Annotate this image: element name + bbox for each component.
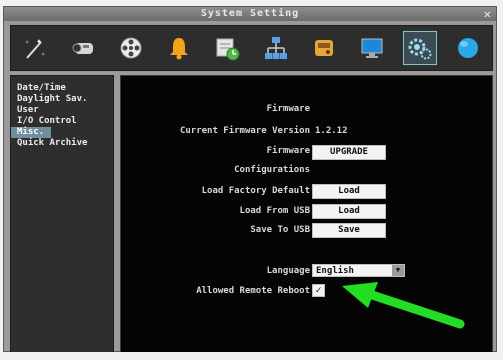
language-value: English: [316, 266, 354, 276]
sidebar-item-io-control[interactable]: I/O Control: [11, 116, 113, 127]
alarm-bell-icon[interactable]: [162, 31, 196, 65]
load-from-usb-label: Load From USB: [239, 206, 310, 216]
annotation-arrow-icon: [342, 282, 465, 329]
network-icon[interactable]: [259, 31, 293, 65]
globe-icon[interactable]: [451, 31, 485, 65]
configurations-heading: Configurations: [234, 165, 310, 175]
save-to-usb-label: Save To USB: [250, 225, 310, 235]
firmware-heading: Firmware: [266, 104, 310, 114]
sidebar-item-date-time[interactable]: Date/Time: [11, 83, 113, 94]
sidebar-item-daylight-saving[interactable]: Daylight Sav.: [11, 94, 113, 105]
monitor-icon[interactable]: [355, 31, 389, 65]
schedule-icon[interactable]: [210, 31, 244, 65]
svg-text:✧: ✧: [25, 38, 30, 46]
window-title: System Setting: [200, 8, 300, 19]
sidebar-item-misc[interactable]: Misc.: [11, 127, 51, 138]
upgrade-button[interactable]: UPGRADE: [312, 145, 386, 160]
sidebar-menu: Date/Time Daylight Sav. User I/O Control…: [10, 75, 114, 353]
title-bar: System Setting ✕: [4, 7, 496, 21]
load-factory-default-button[interactable]: Load: [312, 184, 386, 199]
current-firmware-label: Current Firmware Version: [179, 126, 310, 136]
save-to-usb-button[interactable]: Save: [312, 223, 386, 238]
camera-icon[interactable]: [66, 31, 100, 65]
disk-icon[interactable]: [307, 31, 341, 65]
bottom-strip: [0, 352, 503, 360]
language-label: Language: [266, 266, 310, 276]
magic-wand-icon[interactable]: ✦ ✧ ✧: [18, 31, 52, 65]
system-settings-icon[interactable]: [402, 31, 437, 65]
allowed-remote-reboot-checkbox[interactable]: ✓: [312, 284, 325, 297]
close-button[interactable]: ✕: [484, 7, 492, 21]
sidebar-item-quick-archive[interactable]: Quick Archive: [11, 138, 113, 149]
film-reel-icon[interactable]: [114, 31, 148, 65]
current-firmware-value: 1.2.12: [315, 126, 348, 136]
toolbar: ✦ ✧ ✧: [10, 25, 493, 71]
svg-text:✦: ✦: [36, 36, 42, 47]
sidebar-item-user[interactable]: User: [11, 105, 113, 116]
svg-text:✧: ✧: [41, 50, 46, 58]
chevron-down-icon[interactable]: ▼: [392, 265, 404, 276]
firmware-label: Firmware: [266, 146, 310, 156]
load-factory-default-label: Load Factory Default: [201, 186, 310, 196]
language-select[interactable]: English ▼: [312, 264, 405, 277]
load-from-usb-button[interactable]: Load: [312, 204, 386, 219]
allowed-remote-reboot-label: Allowed Remote Reboot: [196, 286, 310, 296]
